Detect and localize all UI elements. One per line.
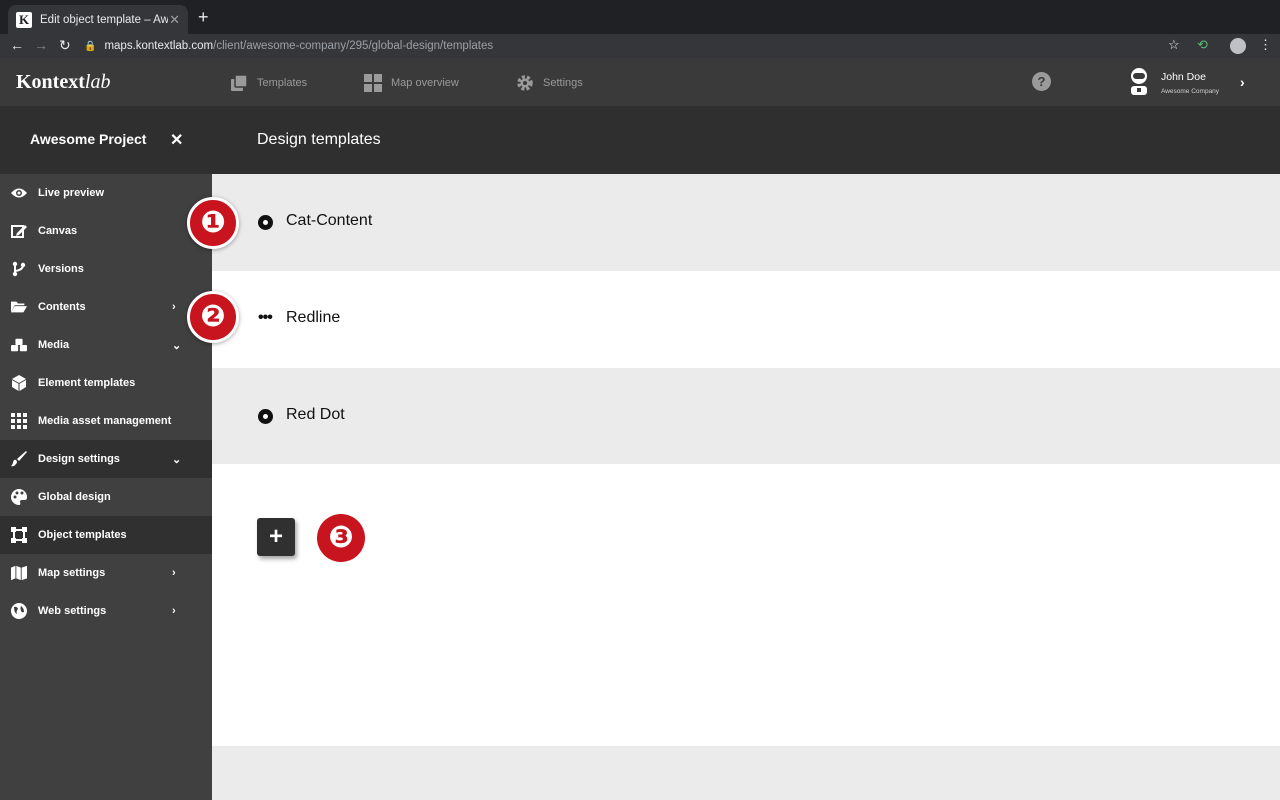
sidebar-item-element-templates[interactable]: Element templates bbox=[0, 364, 212, 402]
chevron-right-icon[interactable]: › bbox=[172, 605, 176, 617]
browser-toolbar: ← → ↻ 🔒 maps.kontextlab.com /client/awes… bbox=[0, 34, 1280, 58]
add-template-area: + bbox=[212, 464, 1280, 746]
forward-icon[interactable]: → bbox=[34, 37, 48, 53]
profile-icon[interactable] bbox=[1230, 38, 1246, 54]
gear-icon bbox=[517, 75, 533, 91]
sidebar-item-contents[interactable]: Contents › bbox=[0, 288, 212, 326]
browser-tab[interactable]: K Edit object template – Awesome ✕ bbox=[8, 5, 188, 34]
user-company: Awesome Company bbox=[1161, 88, 1220, 95]
radio-dot-icon bbox=[258, 215, 273, 230]
branch-icon bbox=[11, 261, 27, 277]
reload-icon[interactable]: ↻ bbox=[59, 37, 71, 54]
chevron-right-icon[interactable]: › bbox=[172, 567, 176, 579]
brush-icon bbox=[11, 451, 27, 467]
callout-badge-3: ❸ bbox=[317, 514, 365, 562]
edit-icon bbox=[11, 223, 27, 239]
sidebar-item-media[interactable]: Media ⌄ bbox=[0, 326, 212, 364]
nav-settings[interactable]: Settings bbox=[516, 74, 583, 92]
url-path: /client/awesome-company/295/global-desig… bbox=[213, 40, 494, 52]
new-tab-button[interactable]: + bbox=[198, 7, 209, 28]
browser-tabbar: K Edit object template – Awesome ✕ + bbox=[0, 0, 1280, 34]
nav-templates[interactable]: Templates bbox=[230, 74, 307, 92]
templates-list: Cat-Content ••• Redline Red Dot + bbox=[212, 174, 1280, 800]
help-icon[interactable]: ? bbox=[1032, 72, 1051, 91]
project-title: Awesome Project bbox=[30, 131, 147, 147]
address-bar[interactable]: 🔒 maps.kontextlab.com /client/awesome-co… bbox=[84, 36, 1192, 56]
tab-title: Edit object template – Awesome bbox=[40, 13, 168, 26]
template-row-red-dot[interactable]: Red Dot bbox=[212, 368, 1280, 465]
menu-icon[interactable]: ⋮ bbox=[1259, 37, 1272, 53]
sidebar-item-media-asset-management[interactable]: Media asset management bbox=[0, 402, 212, 440]
template-row-cat-content[interactable]: Cat-Content bbox=[212, 174, 1280, 271]
add-template-button[interactable]: + bbox=[257, 518, 295, 556]
sidebar-item-canvas[interactable]: Canvas bbox=[0, 212, 212, 250]
eye-icon bbox=[11, 185, 27, 201]
chevron-down-icon[interactable]: ⌄ bbox=[172, 339, 181, 352]
user-name[interactable]: John Doe bbox=[1161, 71, 1206, 83]
grid-icon bbox=[364, 74, 382, 92]
sidebar-item-design-settings[interactable]: Design settings ⌄ bbox=[0, 440, 212, 478]
sub-header: Awesome Project ✕ Design templates bbox=[0, 106, 1280, 174]
map-icon bbox=[11, 565, 27, 581]
back-icon[interactable]: ← bbox=[10, 37, 24, 53]
url-host: maps.kontextlab.com bbox=[104, 40, 214, 52]
folder-icon bbox=[11, 299, 27, 315]
favicon-icon: K bbox=[16, 11, 32, 28]
radio-dot-icon bbox=[258, 409, 273, 424]
templates-icon bbox=[231, 74, 248, 91]
star-icon[interactable]: ☆ bbox=[1168, 37, 1180, 53]
palette-icon bbox=[11, 489, 27, 505]
grid-icon bbox=[11, 413, 27, 429]
ellipsis-icon[interactable]: ••• bbox=[258, 309, 273, 327]
extension-icon[interactable]: ⟲ bbox=[1197, 37, 1208, 53]
sidebar-item-object-templates[interactable]: Object templates bbox=[0, 516, 212, 554]
sidebar-item-web-settings[interactable]: Web settings › bbox=[0, 592, 212, 630]
close-icon[interactable]: ✕ bbox=[170, 130, 183, 150]
object-icon bbox=[11, 527, 27, 543]
cubes-icon bbox=[11, 337, 27, 353]
sidebar-item-map-settings[interactable]: Map settings › bbox=[0, 554, 212, 592]
nav-map-overview[interactable]: Map overview bbox=[364, 74, 459, 92]
avatar[interactable] bbox=[1126, 67, 1152, 97]
template-row-redline[interactable]: ••• Redline bbox=[212, 271, 1280, 368]
chevron-right-icon[interactable]: › bbox=[1240, 74, 1245, 90]
sidebar-item-live-preview[interactable]: Live preview bbox=[0, 174, 212, 212]
page-title: Design templates bbox=[257, 131, 381, 148]
template-label: Red Dot bbox=[286, 406, 345, 423]
app-header: Kontextlab Templates Map overview Settin… bbox=[0, 58, 1280, 106]
sidebar-item-global-design[interactable]: Global design bbox=[0, 478, 212, 516]
sidebar: Live preview Canvas Versions Contents › … bbox=[0, 174, 212, 800]
box-icon bbox=[11, 375, 27, 391]
template-label: Redline bbox=[286, 309, 341, 326]
lock-icon: 🔒 bbox=[84, 40, 97, 52]
tab-close-icon[interactable]: ✕ bbox=[169, 12, 180, 28]
chevron-down-icon[interactable]: ⌄ bbox=[172, 453, 181, 466]
template-label: Cat-Content bbox=[286, 212, 373, 229]
sidebar-item-versions[interactable]: Versions bbox=[0, 250, 212, 288]
callout-badge-1: ❶ bbox=[187, 197, 239, 249]
chevron-right-icon[interactable]: › bbox=[172, 301, 176, 313]
callout-badge-2: ❷ bbox=[187, 291, 239, 343]
kontextlab-logo[interactable]: Kontextlab bbox=[16, 71, 110, 94]
globe-icon bbox=[11, 603, 27, 619]
